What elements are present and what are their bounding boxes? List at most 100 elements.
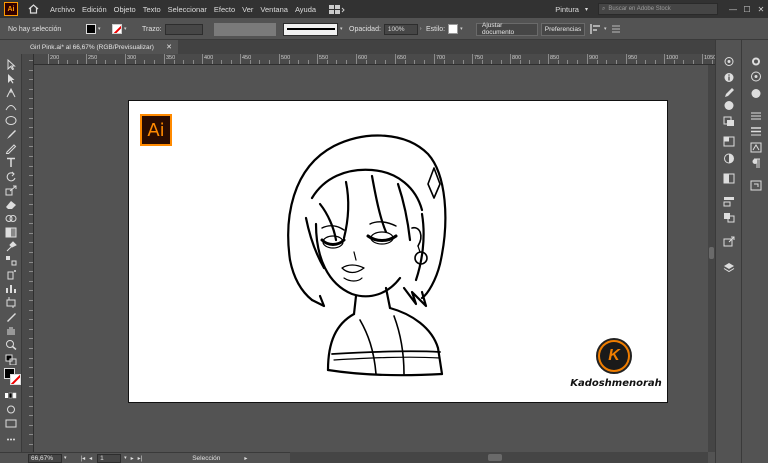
layers-icon[interactable] [723, 262, 735, 273]
hand-tool-icon[interactable] [5, 325, 17, 336]
pen-tool-icon[interactable] [5, 87, 17, 98]
export-icon[interactable] [723, 236, 735, 247]
ellipse-tool-icon[interactable] [5, 115, 17, 126]
swatches-icon[interactable] [723, 136, 735, 147]
menu-objeto[interactable]: Objeto [114, 5, 136, 14]
last-artboard-icon[interactable]: ▸| [138, 455, 143, 462]
artboards-icon[interactable] [750, 180, 762, 191]
brushes-icon[interactable] [723, 87, 735, 98]
info-icon[interactable] [723, 72, 735, 83]
menu-ayuda[interactable]: Ayuda [295, 5, 316, 14]
symbol-sprayer-tool-icon[interactable] [5, 269, 17, 280]
vertical-scrollbar[interactable] [708, 65, 715, 452]
gradient-tool-icon[interactable] [5, 227, 17, 238]
arrange-documents-icon[interactable] [329, 4, 347, 14]
close-tab-button[interactable]: ✕ [166, 43, 172, 51]
zoom-field[interactable]: 66,67% [28, 453, 62, 463]
fill-swatch[interactable] [86, 24, 96, 34]
character-icon[interactable] [750, 142, 762, 153]
stroke-swatch[interactable] [112, 24, 122, 34]
align-panel-icon[interactable] [723, 196, 735, 207]
stroke-panel-icon[interactable] [750, 126, 762, 137]
menu-ver[interactable]: Ver [242, 5, 253, 14]
direct-selection-tool-icon[interactable] [5, 73, 17, 84]
ruler-minor-tick [462, 60, 464, 64]
screen-mode-icon[interactable] [5, 418, 17, 429]
blend-tool-icon[interactable] [5, 255, 17, 266]
chevron-down-icon[interactable]: ▾ [124, 455, 127, 461]
libraries-icon[interactable] [750, 71, 762, 82]
horizontal-scroll-thumb[interactable] [488, 454, 502, 461]
chevron-down-icon[interactable]: ▾ [64, 455, 67, 461]
scale-tool-icon[interactable] [5, 185, 17, 196]
default-fill-stroke-icon[interactable] [5, 354, 17, 366]
zoom-tool-icon[interactable] [5, 339, 17, 351]
paintbrush-tool-icon[interactable] [5, 129, 17, 140]
color-icon[interactable] [723, 100, 735, 111]
ruler-minor-tick [673, 60, 675, 64]
minimize-button[interactable]: — [726, 5, 740, 14]
gradient-icon[interactable] [723, 153, 735, 164]
paragraph-icon[interactable] [750, 158, 762, 169]
adjust-document-button[interactable]: Ajustar documento [476, 22, 538, 36]
ruler-minor-tick [481, 60, 483, 64]
color-mode-icons[interactable] [5, 390, 17, 401]
properties-icon[interactable] [723, 56, 735, 67]
previous-artboard-icon[interactable]: ◂ [89, 455, 92, 462]
zoom-value: 66,67% [31, 454, 54, 462]
variable-width-profile[interactable] [214, 22, 276, 36]
appearance-icon[interactable] [750, 110, 762, 121]
eyedropper-tool-icon[interactable] [5, 241, 17, 252]
shape-builder-tool-icon[interactable] [5, 213, 17, 224]
document-tab[interactable]: Girl Pink.ai* al 66,67% (RGB/Previsualiz… [22, 40, 178, 54]
panel-menu-icon[interactable] [612, 18, 620, 40]
rotate-tool-icon[interactable] [5, 171, 17, 182]
opacity-field[interactable]: 100% [383, 23, 418, 35]
ruler-minor-tick [105, 60, 107, 64]
menu-ventana[interactable]: Ventana [260, 5, 288, 14]
menu-edicion[interactable]: Edición [82, 5, 107, 14]
pencil-tool-icon[interactable] [5, 143, 17, 154]
first-artboard-icon[interactable]: |◂ [81, 455, 86, 462]
slice-tool-icon[interactable] [5, 311, 17, 322]
home-icon[interactable] [26, 2, 40, 16]
type-tool-icon[interactable] [5, 157, 17, 168]
ruler-minor-tick [153, 60, 155, 64]
girl-line-art-illustration[interactable] [276, 128, 448, 380]
transparency-icon[interactable] [723, 173, 735, 184]
menu-texto[interactable]: Texto [143, 5, 161, 14]
brush-definition[interactable]: ▾ [283, 18, 346, 40]
drawing-mode-icon[interactable] [5, 404, 17, 415]
stroke-weight-field[interactable] [164, 23, 203, 35]
curvature-tool-icon[interactable] [5, 101, 17, 112]
vertical-scroll-thumb[interactable] [709, 247, 714, 259]
more-tools-icon[interactable] [5, 434, 17, 445]
eraser-tool-icon[interactable] [5, 199, 17, 210]
stroke-color-control[interactable]: ▾ [112, 18, 130, 40]
column-graph-tool-icon[interactable] [5, 283, 17, 294]
horizontal-scrollbar[interactable] [290, 452, 708, 463]
workspace-switcher[interactable]: Pintura ▾ [555, 5, 588, 14]
pathfinder-icon[interactable] [723, 212, 735, 223]
ruler-minor-tick [538, 60, 540, 64]
close-window-button[interactable]: ✕ [754, 5, 768, 14]
menu-efecto[interactable]: Efecto [214, 5, 235, 14]
stock-search-input[interactable]: ⌕ Buscar en Adobe Stock [598, 3, 718, 15]
status-menu-icon[interactable]: ▸ [244, 455, 247, 462]
artboard-number-field[interactable]: 1 [97, 453, 122, 463]
fill-color-control[interactable]: ▾ [86, 18, 104, 40]
stroke-color-swatch[interactable] [10, 374, 21, 385]
settings-icon[interactable] [750, 56, 762, 67]
graphic-styles-icon[interactable] [723, 116, 735, 127]
align-icon[interactable]: ▾ [590, 18, 610, 40]
menu-archivo[interactable]: Archivo [50, 5, 75, 14]
symbols-icon[interactable] [750, 88, 762, 99]
menu-seleccionar[interactable]: Seleccionar [168, 5, 207, 14]
selection-tool-icon[interactable] [5, 58, 17, 71]
style-swatch[interactable] [448, 24, 459, 34]
next-artboard-icon[interactable]: ▸ [131, 455, 134, 462]
maximize-button[interactable]: ☐ [740, 5, 754, 14]
artboard-tool-icon[interactable] [5, 297, 17, 308]
preferences-button[interactable]: Preferencias [541, 22, 585, 36]
ruler-major-tick [356, 54, 357, 64]
